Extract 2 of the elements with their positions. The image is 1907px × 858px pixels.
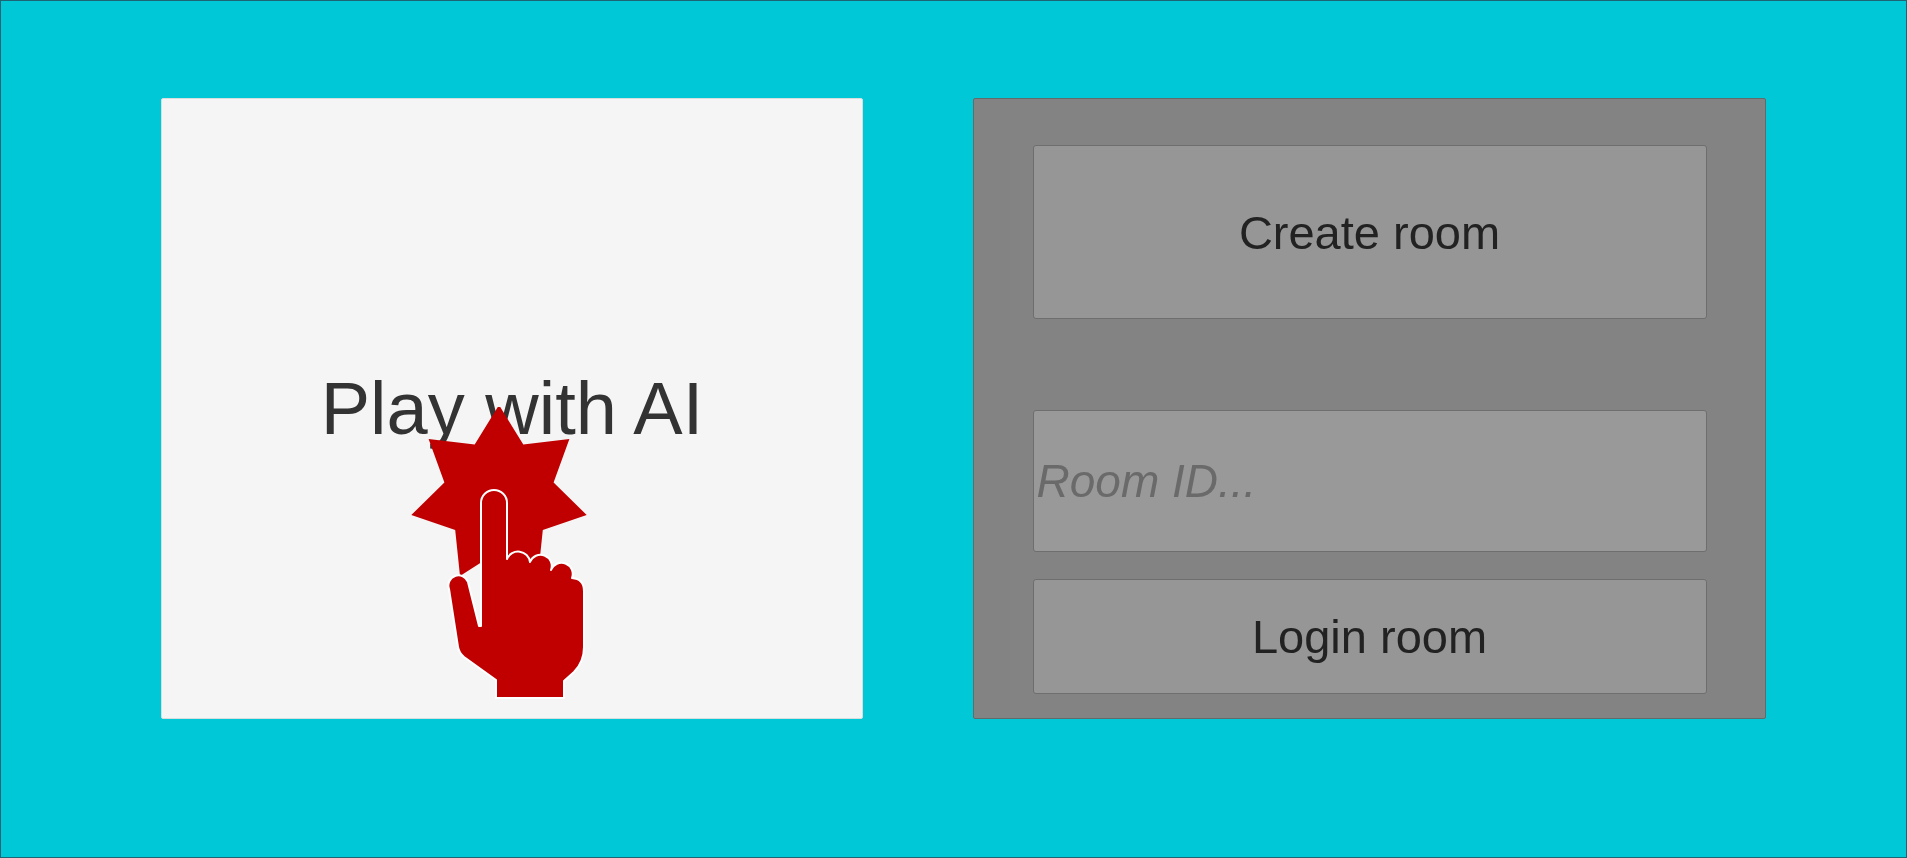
login-room-button[interactable]: Login room: [1032, 579, 1707, 694]
create-room-button[interactable]: Create room: [1032, 145, 1707, 319]
